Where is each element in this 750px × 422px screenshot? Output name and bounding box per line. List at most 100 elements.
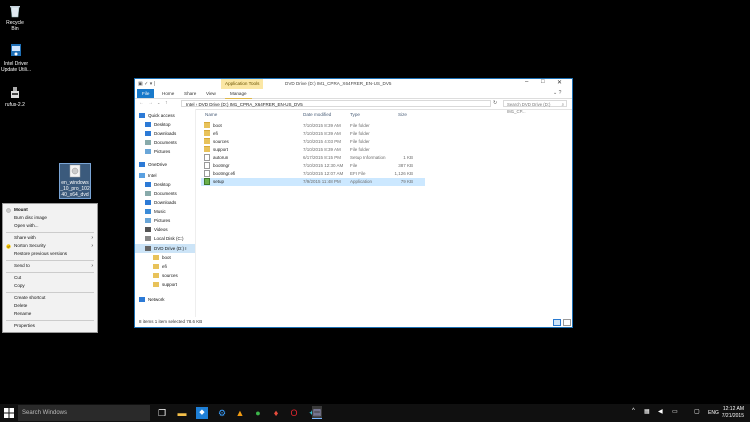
file-explorer-icon[interactable]: ▬ [176,407,188,419]
column-header-name[interactable]: Name [205,112,217,117]
task-view-icon[interactable]: ❐ [156,407,168,419]
large-icons-view-button[interactable] [563,319,571,326]
vlc-icon[interactable]: ▲ [234,407,246,419]
tray-chevron-icon[interactable]: ^ [632,408,635,414]
file-row[interactable]: support 7/10/2015 8:39 AM File folder [201,146,425,154]
language-indicator[interactable]: ENG [708,410,719,416]
up-button[interactable]: ↑ [165,100,168,106]
file-type: File folder [350,147,370,152]
menu-item-copy[interactable]: Copy [3,282,97,290]
start-button[interactable] [4,408,14,418]
file-type: Setup Information [350,155,386,160]
taskbar-search-input[interactable]: Search Windows [18,405,150,421]
search-input[interactable]: Search DVD Drive (D:) IM1_CP... ⌕ [503,100,567,114]
nav-item-onedrive[interactable]: OneDrive [135,160,195,169]
nav-item-videos[interactable]: Videos [135,225,195,234]
nav-item-documents[interactable]: Documents [135,138,195,147]
nav-item-desktop[interactable]: Desktop [135,180,195,189]
store-icon[interactable]: ◆ [196,407,208,419]
menu-separator [6,320,94,321]
menu-item-send-to[interactable]: Send to › [3,262,97,270]
nav-item-label: Pictures [154,218,171,223]
battery-icon[interactable]: ▭ [672,408,678,415]
menu-item-restore-previous-versions[interactable]: Restore previous versions [3,250,97,258]
desktop-icon-iso[interactable]: en_windows_10_pro_10240_x64_dvd [59,163,91,199]
nav-item-sources[interactable]: sources [135,271,195,280]
settings-icon[interactable]: ⚙ [216,407,228,419]
close-button[interactable]: ✕ [557,79,562,86]
tab-home[interactable]: Home [157,89,179,98]
menu-item-open-with[interactable]: Open with... [3,222,97,230]
desktop-icon-rufus[interactable]: rufus-2.2 [2,86,28,108]
menu-item-create-shortcut[interactable]: Create shortcut [3,294,97,302]
tab-manage[interactable]: Manage [225,89,252,99]
explorer-running-icon[interactable]: ▤ [312,406,322,419]
menu-item-cut[interactable]: Cut [3,274,97,282]
menu-item-burn-disc-image[interactable]: Burn disc image [3,214,97,222]
file-row[interactable]: bootmgr.efi 7/10/2015 12:07 AM EFI File 1,1… [201,170,425,178]
title-bar[interactable]: ▣ ✓ ▾ | Application Tools DVD Drive (D:)… [135,79,572,89]
dvd-icon [145,246,151,251]
recent-locations-button[interactable]: ⌄ [157,100,160,105]
network-icon[interactable]: ▦ [644,408,650,415]
nav-item-support[interactable]: support [135,280,195,289]
column-header-date[interactable]: Date modified [303,112,331,117]
tab-view[interactable]: View [201,89,221,98]
address-input[interactable]: Intel › DVD Drive (D:) IM1_CPRA_X64FRER_… [181,100,491,107]
nav-item-pictures[interactable]: Pictures [135,147,195,156]
nav-item-desktop[interactable]: Desktop [135,120,195,129]
nav-item-downloads[interactable]: Downloads [135,198,195,207]
tab-file[interactable]: File [137,89,155,98]
file-row[interactable]: setup 7/9/2015 11:48 PM Application 79 KB [201,178,425,186]
nav-item-pictures[interactable]: Pictures [135,216,195,225]
file-row[interactable]: efi 7/10/2015 8:39 AM File folder [201,130,425,138]
file-name: bootmgr [213,163,230,168]
details-view-button[interactable] [553,319,561,326]
window-title: DVD Drive (D:) IM1_CPRA_X64FRER_EN-US_DV… [285,81,392,86]
menu-item-share-with[interactable]: Share with › [3,234,97,242]
quick-access-toolbar[interactable]: ▣ ✓ ▾ | [138,81,155,87]
opera-icon[interactable]: O [288,407,300,419]
nav-item-downloads[interactable]: Downloads [135,129,195,138]
nav-item-music[interactable]: Music [135,207,195,216]
file-row[interactable]: bootmgr 7/10/2015 12:30 AM File 387 KB [201,162,425,170]
menu-item-mount[interactable]: Mount [3,206,97,214]
nav-item-boot[interactable]: boot [135,253,195,262]
menu-item-properties[interactable]: Properties [3,322,97,330]
nav-item-quick-access[interactable]: Quick access [135,111,195,120]
forward-button[interactable]: → [148,100,153,106]
maximize-button[interactable]: □ [541,79,545,85]
search-icon: ⌕ [561,102,564,107]
minimize-button[interactable]: – [525,79,528,85]
nav-item-intel[interactable]: Intel [135,171,195,180]
file-row[interactable]: sources 7/10/2015 4:03 PM File folder [201,138,425,146]
ribbon-expand-icon[interactable]: ⌄ ? [553,90,561,96]
column-header-size[interactable]: Size [398,112,407,117]
desktop-icon-intel-driver[interactable]: Intel Driver Update Utili... [1,43,31,73]
tab-share[interactable]: Share [179,89,201,98]
folder-icon [204,122,210,128]
desktop-icon-recycle-bin[interactable]: Recycle Bin [2,4,28,32]
nav-item-local-disk-c[interactable]: Local Disk (C:) [135,234,195,243]
app-icon[interactable]: ● [252,407,264,419]
app-icon-red[interactable]: ♦ [270,407,282,419]
nav-item-documents[interactable]: Documents [135,189,195,198]
menu-item-norton-security[interactable]: Norton Security › [3,242,97,250]
back-button[interactable]: ← [139,100,144,106]
nav-item-label: Desktop [154,122,171,127]
notification-icon[interactable]: ▢ [694,408,700,415]
status-bar: 8 items 1 item selected 78.6 KB [135,317,572,327]
refresh-button[interactable]: ↻ [493,100,497,106]
clock[interactable]: 12:12 AM 7/21/2015 [722,406,744,420]
volume-icon[interactable]: ◀ [658,408,663,415]
nav-item-network[interactable]: Network [135,295,195,304]
nav-item-efi[interactable]: efi [135,262,195,271]
file-row[interactable]: boot 7/10/2015 8:39 AM File folder [201,122,425,130]
nav-item-label: OneDrive [148,162,168,167]
column-header-type[interactable]: Type [350,112,360,117]
folder-icon [153,264,159,269]
file-row[interactable]: autorun 6/17/2015 8:15 PM Setup Informatio… [201,154,425,162]
menu-item-delete[interactable]: Delete [3,302,97,310]
nav-item-dvd-drive-d-i[interactable]: DVD Drive (D:) I [135,244,195,253]
menu-item-rename[interactable]: Rename [3,310,97,318]
